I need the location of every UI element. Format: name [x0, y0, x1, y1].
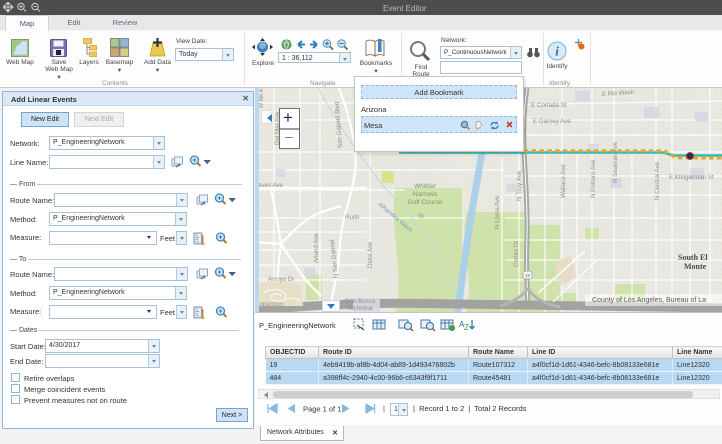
svg-text:E Cortada St: E Cortada St [531, 102, 567, 109]
svg-text:i: i [555, 44, 559, 59]
svg-text:Arland Ave: Arland Ave [313, 233, 320, 263]
svg-text:W 6th A: W 6th A [259, 88, 265, 108]
svg-text:St: St [418, 213, 424, 220]
svg-text:N Potrero Ave: N Potrero Ave [590, 159, 597, 198]
svg-text:Rush: Rush [345, 214, 360, 221]
svg-text:aves Ave: aves Ave [258, 182, 284, 189]
svg-text:Wallace Ave: Wallace Ave [560, 164, 567, 198]
svg-text:19: 19 [525, 273, 531, 278]
svg-text:County of Los Angeles, Bureau: County of Los Angeles, Bureau of La [592, 297, 706, 304]
svg-text:South El: South El [678, 253, 708, 262]
svg-text:E Klingerman St: E Klingerman St [669, 174, 714, 181]
svg-text:N Loma Ave: N Loma Ave [494, 195, 501, 229]
svg-text:Monte: Monte [684, 262, 707, 271]
svg-text:N Seaman Ave: N Seaman Ave [612, 141, 619, 183]
svg-text:Don Bosco: Don Bosco [345, 298, 376, 305]
svg-text:N Troy Ave: N Troy Ave [516, 170, 523, 201]
svg-text:Delta Ave: Delta Ave [367, 241, 374, 268]
svg-text:Golf Course: Golf Course [408, 199, 443, 206]
svg-text:E Garvey Ave: E Garvey Ave [533, 118, 571, 125]
svg-text:Narrows: Narrows [413, 191, 438, 198]
svg-text:Cortez Dr: Cortez Dr [513, 241, 520, 267]
svg-text:Z: Z [464, 323, 469, 332]
svg-text:Whittier: Whittier [414, 183, 437, 190]
svg-text:onnection: onnection [256, 301, 283, 308]
svg-text:N Central Ave: N Central Ave [654, 161, 661, 200]
svg-text:Technical: Technical [347, 305, 373, 312]
svg-text:Arroyo Dr: Arroyo Dr [268, 276, 294, 283]
svg-text:Page 1 of 1: Page 1 of 1 [303, 405, 341, 414]
